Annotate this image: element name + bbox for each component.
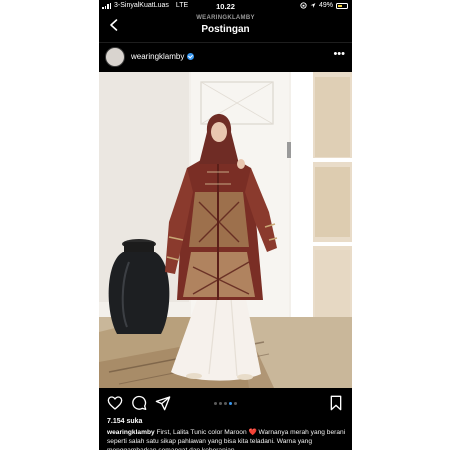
avatar[interactable] [105, 47, 125, 67]
instagram-post-screen: 3-SinyalKuatLuas LTE 10.22 49% WEARINGKL… [99, 0, 352, 450]
page-header: WEARINGKLAMBY Postingan [99, 13, 352, 41]
carousel-dot [219, 402, 222, 405]
post-username[interactable]: wearingklamby [131, 52, 184, 61]
status-bar: 3-SinyalKuatLuas LTE 10.22 49% [99, 0, 352, 13]
location-icon [310, 3, 316, 8]
post-caption: wearingklamby First, Lalita Tunic color … [107, 428, 347, 450]
page-title: Postingan [201, 24, 250, 35]
like-count[interactable]: 7.154 suka [107, 418, 142, 425]
carousel-dot [229, 402, 232, 405]
status-right: 49% [300, 2, 348, 9]
post-username-row[interactable]: wearingklamby [131, 52, 195, 61]
bookmark-icon[interactable] [328, 395, 344, 411]
more-horizontal-icon[interactable]: ••• [333, 48, 345, 60]
carousel-dot [224, 402, 227, 405]
post-header: wearingklamby ••• [99, 42, 352, 70]
battery-icon [336, 2, 348, 9]
post-actions [99, 392, 352, 414]
orientation-lock-icon [300, 2, 307, 9]
carousel-dot [214, 402, 217, 405]
verified-badge-icon [187, 53, 195, 60]
carousel-dot [234, 402, 237, 405]
caption-username[interactable]: wearingklamby [107, 429, 155, 436]
post-photo[interactable] [99, 72, 352, 388]
carousel-indicator [99, 402, 352, 405]
battery-level [338, 4, 342, 7]
post-image [99, 72, 352, 388]
header-account: WEARINGKLAMBY [196, 15, 255, 21]
battery-percent: 49% [318, 2, 333, 9]
